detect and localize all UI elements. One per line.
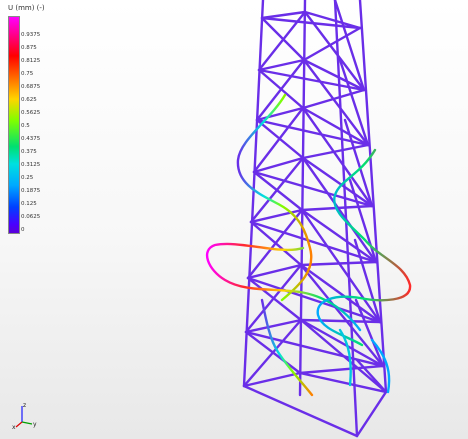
3d-viewport[interactable]: U (mm) (-) 0.9375 0.875 0.8125 0.75 0.68…: [0, 0, 468, 439]
deformed-members: [205, 93, 412, 397]
tower-model[interactable]: [0, 0, 468, 439]
axis-triad: z y x: [12, 402, 37, 430]
tower-frame: [242, 0, 388, 438]
triad-z-label: z: [23, 402, 26, 409]
triad-y-label: y: [33, 421, 37, 428]
triad-x-label: x: [12, 424, 16, 430]
